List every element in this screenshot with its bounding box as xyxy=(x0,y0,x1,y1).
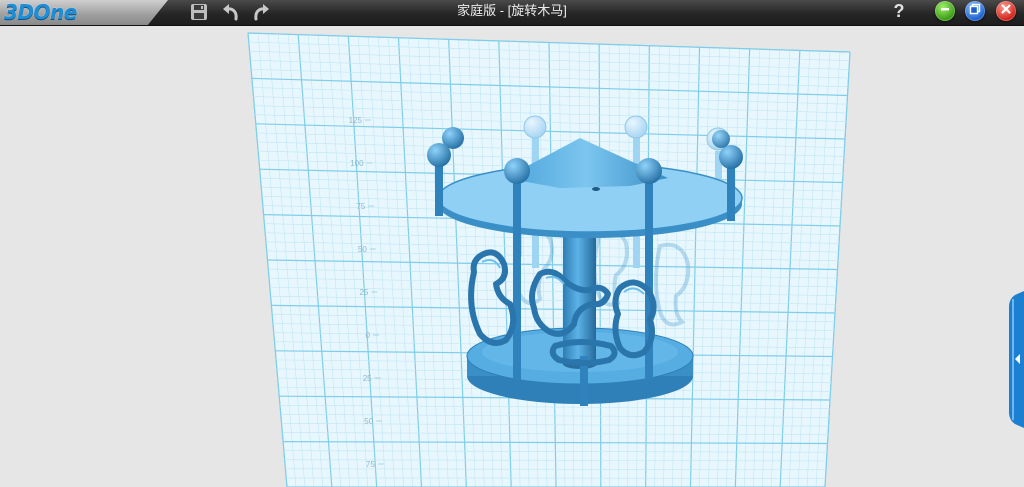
ruler-tick-label: 25 xyxy=(359,288,368,297)
window-title: 家庭版 - [旋转木马] xyxy=(457,3,567,18)
ruler-tick-label: 100 xyxy=(350,159,364,168)
minimize-button[interactable] xyxy=(935,1,955,21)
title-bar: 3DOne 家庭版 - [旋转木马] ? xyxy=(0,0,1024,26)
ruler-tick-label: 125 xyxy=(349,116,363,125)
ruler-tick-label: 50 xyxy=(364,417,373,426)
help-button[interactable]: ? xyxy=(888,0,910,25)
ruler-tick-label: 75 xyxy=(366,460,375,469)
maximize-icon xyxy=(969,2,981,20)
close-button[interactable] xyxy=(996,1,1016,21)
ruler-tick-label: 25 xyxy=(363,374,372,383)
minimize-icon xyxy=(939,2,951,20)
ruler-tick-label: 50 xyxy=(358,245,367,254)
ruler-tick-label: 75 xyxy=(356,202,365,211)
close-icon xyxy=(1000,2,1012,20)
side-panel-toggle[interactable] xyxy=(1009,291,1024,428)
3d-viewport[interactable]: 125 100 75 50 25 0 25 50 75 xyxy=(0,26,1024,487)
scene-canvas[interactable]: 125 100 75 50 25 0 25 50 75 xyxy=(0,26,1024,487)
maximize-button[interactable] xyxy=(965,1,985,21)
ruler-tick-label: 0 xyxy=(366,331,371,340)
